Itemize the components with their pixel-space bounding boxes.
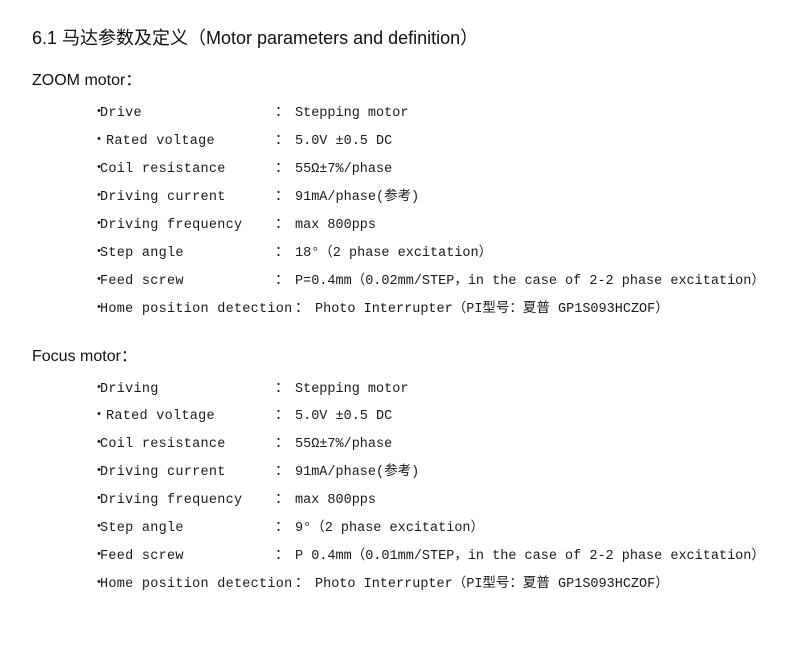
param-bullet: ・ bbox=[92, 102, 98, 126]
param-value: 18°（2 phase excitation） bbox=[295, 243, 492, 266]
param-value: 5.0V ±0.5 DC bbox=[295, 131, 392, 154]
param-row: ・Step angle： 9°（2 phase excitation） bbox=[92, 517, 768, 541]
focus-motor-title: Focus motor： bbox=[32, 342, 768, 366]
param-value: 55Ω±7%/phase bbox=[295, 159, 392, 182]
param-name: Coil resistance bbox=[100, 434, 275, 457]
param-colon: ： bbox=[275, 489, 289, 513]
param-name: Coil resistance bbox=[100, 159, 275, 182]
param-colon: ： bbox=[275, 186, 289, 210]
param-value: P=0.4mm（0.02mm/STEP，in the case of 2-2 p… bbox=[295, 271, 765, 294]
param-name: Home position detection bbox=[100, 574, 295, 597]
param-name: Feed screw bbox=[100, 271, 275, 294]
param-colon: ： bbox=[275, 461, 289, 485]
param-row: ・Driving current： 91mA/phase(参考) bbox=[92, 186, 768, 210]
param-colon: ： bbox=[275, 378, 289, 402]
param-row: ・Home position detection： Photo Interrupt… bbox=[92, 298, 768, 322]
zoom-motor-title: ZOOM motor： bbox=[32, 66, 768, 90]
param-colon: ： bbox=[275, 517, 289, 541]
param-bullet: ・ bbox=[92, 545, 98, 569]
param-name: Drive bbox=[100, 103, 275, 126]
param-value: 91mA/phase(参考) bbox=[295, 462, 419, 485]
param-row: ・Rated voltage： 5.0V ±0.5 DC bbox=[92, 130, 768, 154]
param-bullet: ・ bbox=[92, 573, 98, 597]
param-name: Driving frequency bbox=[100, 490, 275, 513]
param-value: Stepping motor bbox=[295, 379, 408, 402]
param-colon: ： bbox=[275, 433, 289, 457]
param-row: ・Coil resistance： 55Ω±7%/phase bbox=[92, 433, 768, 457]
param-bullet: ・ bbox=[92, 242, 98, 266]
param-colon: ： bbox=[275, 545, 289, 569]
zoom-motor-params: ・Drive：Stepping motor・Rated voltage：5.0V… bbox=[92, 102, 768, 322]
param-bullet: ・ bbox=[92, 158, 98, 182]
param-name: Driving bbox=[100, 379, 275, 402]
page-title: 6.1 马达参数及定义（Motor parameters and definit… bbox=[32, 24, 768, 50]
param-value: max 800pps bbox=[295, 215, 376, 238]
param-name: Driving current bbox=[100, 187, 275, 210]
focus-motor-params: ・Driving：Stepping motor・Rated voltage：5.… bbox=[92, 378, 768, 598]
param-row: ・Step angle： 18°（2 phase excitation） bbox=[92, 242, 768, 266]
param-value: Photo Interrupter（PI型号：夏普 GP1S093HCZOF） bbox=[315, 299, 669, 322]
param-bullet: ・ bbox=[92, 489, 98, 513]
param-row: ・Driving： Stepping motor bbox=[92, 378, 768, 402]
param-colon: ： bbox=[275, 270, 289, 294]
param-name: Feed screw bbox=[100, 546, 275, 569]
param-colon: ： bbox=[275, 214, 289, 238]
param-value: Stepping motor bbox=[295, 103, 408, 126]
param-row: ・Feed screw： P 0.4mm（0.01mm/STEP，in the c… bbox=[92, 545, 768, 569]
param-value: Photo Interrupter（PI型号：夏普 GP1S093HCZOF） bbox=[315, 574, 669, 597]
param-colon: ： bbox=[275, 405, 289, 429]
param-row: ・Driving frequency： max 800pps bbox=[92, 489, 768, 513]
param-bullet: ・ bbox=[92, 214, 98, 238]
param-row: ・Feed screw： P=0.4mm（0.02mm/STEP，in the c… bbox=[92, 270, 768, 294]
param-value: 5.0V ±0.5 DC bbox=[295, 406, 392, 429]
param-bullet: ・ bbox=[92, 270, 98, 294]
param-bullet: ・ bbox=[92, 461, 98, 485]
param-bullet: ・ bbox=[92, 186, 98, 210]
param-colon: ： bbox=[275, 102, 289, 126]
param-bullet: ・ bbox=[92, 298, 98, 322]
param-name: Driving frequency bbox=[100, 215, 275, 238]
param-bullet: ・ bbox=[92, 405, 98, 429]
param-name: Step angle bbox=[100, 243, 275, 266]
param-value: max 800pps bbox=[295, 490, 376, 513]
param-bullet: ・ bbox=[92, 130, 98, 154]
param-colon: ： bbox=[295, 573, 309, 597]
param-value: 9°（2 phase excitation） bbox=[295, 518, 484, 541]
param-colon: ： bbox=[275, 242, 289, 266]
param-name: Rated voltage bbox=[100, 131, 275, 154]
param-value: 55Ω±7%/phase bbox=[295, 434, 392, 457]
param-name: Step angle bbox=[100, 518, 275, 541]
param-row: ・Rated voltage： 5.0V ±0.5 DC bbox=[92, 405, 768, 429]
param-row: ・Drive： Stepping motor bbox=[92, 102, 768, 126]
param-bullet: ・ bbox=[92, 433, 98, 457]
param-row: ・Driving current： 91mA/phase(参考) bbox=[92, 461, 768, 485]
param-colon: ： bbox=[275, 158, 289, 182]
param-colon: ： bbox=[275, 130, 289, 154]
param-value: 91mA/phase(参考) bbox=[295, 187, 419, 210]
param-bullet: ・ bbox=[92, 378, 98, 402]
param-name: Home position detection bbox=[100, 299, 295, 322]
param-bullet: ・ bbox=[92, 517, 98, 541]
param-row: ・Driving frequency： max 800pps bbox=[92, 214, 768, 238]
param-name: Driving current bbox=[100, 462, 275, 485]
param-colon: ： bbox=[295, 298, 309, 322]
param-value: P 0.4mm（0.01mm/STEP，in the case of 2-2 p… bbox=[295, 546, 765, 569]
param-row: ・Coil resistance： 55Ω±7%/phase bbox=[92, 158, 768, 182]
param-name: Rated voltage bbox=[100, 406, 275, 429]
param-row: ・Home position detection： Photo Interrupt… bbox=[92, 573, 768, 597]
